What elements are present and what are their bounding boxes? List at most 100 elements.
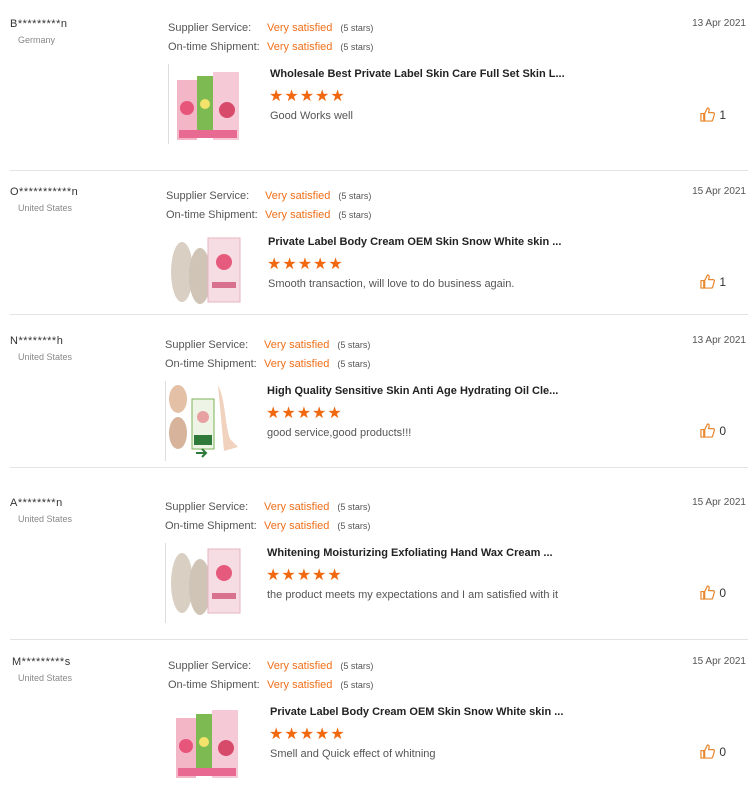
rating-label: On-time Shipment: xyxy=(168,679,260,691)
helpful-button[interactable]: 0 xyxy=(700,585,726,600)
helpful-count: 1 xyxy=(719,274,726,289)
buyer-name: M*********s xyxy=(12,656,71,668)
rating-stars: ★★★★★ xyxy=(266,567,343,584)
buyer-country: Germany xyxy=(18,35,56,45)
product-block: Private Label Body Cream OEM Skin Snow W… xyxy=(166,232,686,312)
review-comment: the product meets my expectations and I … xyxy=(267,589,559,601)
buyer-name: N********h xyxy=(10,335,64,347)
product-title[interactable]: Whitening Moisturizing Exfoliating Hand … xyxy=(267,547,567,559)
thumbs-up-icon xyxy=(700,585,716,600)
rating-label: On-time Shipment: xyxy=(166,209,258,221)
product-title[interactable]: Wholesale Best Private Label Skin Care F… xyxy=(270,68,570,80)
supplier-service-rating: Supplier Service: Very satisfied (5 stars) xyxy=(168,656,373,675)
rating-label: Supplier Service: xyxy=(165,501,249,513)
helpful-count: 0 xyxy=(719,423,726,438)
shipment-rating: On-time Shipment: Very satisfied (5 stars) xyxy=(165,516,370,535)
buyer-info: M*********s United States xyxy=(10,656,72,683)
rating-value: Very satisfied xyxy=(264,501,330,513)
rating-label: On-time Shipment: xyxy=(165,520,257,532)
product-block: Wholesale Best Private Label Skin Care F… xyxy=(168,64,688,144)
rating-value: Very satisfied xyxy=(264,358,330,370)
rating-stars-count: (5 stars) xyxy=(338,210,372,220)
thumbs-up-icon xyxy=(700,107,716,122)
review-date: 15 Apr 2021 xyxy=(692,656,746,667)
shipment-rating: On-time Shipment: Very satisfied (5 stars) xyxy=(166,205,371,224)
helpful-count: 0 xyxy=(719,585,726,600)
buyer-name: B*********n xyxy=(10,18,68,30)
supplier-service-rating: Supplier Service: Very satisfied (5 stars) xyxy=(166,186,371,205)
product-block: Private Label Body Cream OEM Skin Snow W… xyxy=(168,702,688,782)
review-date: 15 Apr 2021 xyxy=(692,186,746,197)
rating-stars-count: (5 stars) xyxy=(340,23,374,33)
rating-stars-count: (5 stars) xyxy=(337,502,371,512)
product-thumbnail[interactable] xyxy=(165,381,244,461)
product-title[interactable]: Private Label Body Cream OEM Skin Snow W… xyxy=(270,706,570,718)
thumbs-up-icon xyxy=(700,423,716,438)
rating-summary: Supplier Service: Very satisfied (5 stars)… xyxy=(168,18,373,56)
thumbs-up-icon xyxy=(700,744,716,759)
rating-stars-count: (5 stars) xyxy=(340,661,374,671)
rating-stars: ★★★★★ xyxy=(269,726,346,743)
rating-label: Supplier Service: xyxy=(168,22,252,34)
shipment-rating: On-time Shipment: Very satisfied (5 stars) xyxy=(165,354,370,373)
rating-stars-count: (5 stars) xyxy=(338,191,372,201)
helpful-button[interactable]: 1 xyxy=(700,274,726,289)
supplier-service-rating: Supplier Service: Very satisfied (5 stars) xyxy=(165,335,370,354)
rating-stars-count: (5 stars) xyxy=(337,521,371,531)
buyer-country: United States xyxy=(18,514,73,524)
helpful-button[interactable]: 1 xyxy=(700,107,726,122)
rating-stars-count: (5 stars) xyxy=(340,42,374,52)
rating-value: Very satisfied xyxy=(265,209,331,221)
buyer-name: O***********n xyxy=(10,186,79,198)
rating-label: Supplier Service: xyxy=(165,339,249,351)
rating-stars-count: (5 stars) xyxy=(337,340,371,350)
helpful-button[interactable]: 0 xyxy=(700,744,726,759)
buyer-info: N********h United States xyxy=(10,335,72,362)
rating-label: On-time Shipment: xyxy=(168,41,260,53)
product-title[interactable]: High Quality Sensitive Skin Anti Age Hyd… xyxy=(267,385,567,397)
review-comment: Smell and Quick effect of whitning xyxy=(270,748,436,760)
product-thumbnail[interactable] xyxy=(168,702,246,782)
rating-stars: ★★★★★ xyxy=(267,256,344,273)
review-item: M*********s United States Supplier Servi… xyxy=(10,656,748,786)
rating-summary: Supplier Service: Very satisfied (5 stars)… xyxy=(168,656,373,694)
rating-summary: Supplier Service: Very satisfied (5 stars)… xyxy=(165,497,370,535)
rating-value: Very satisfied xyxy=(267,679,333,691)
rating-stars: ★★★★★ xyxy=(269,88,346,105)
review-date: 13 Apr 2021 xyxy=(692,18,746,29)
thumbs-up-icon xyxy=(700,274,716,289)
buyer-info: A********n United States xyxy=(10,497,72,524)
rating-summary: Supplier Service: Very satisfied (5 stars)… xyxy=(165,335,370,373)
rating-label: Supplier Service: xyxy=(168,660,252,672)
buyer-info: O***********n United States xyxy=(10,186,78,213)
review-item: B*********n Germany Supplier Service: Ver… xyxy=(10,18,748,171)
helpful-button[interactable]: 0 xyxy=(700,423,726,438)
shipment-rating: On-time Shipment: Very satisfied (5 stars) xyxy=(168,675,373,694)
review-comment: Good Works well xyxy=(270,110,353,122)
rating-value: Very satisfied xyxy=(264,520,330,532)
rating-value: Very satisfied xyxy=(267,660,333,672)
rating-stars-count: (5 stars) xyxy=(340,680,374,690)
buyer-country: United States xyxy=(18,673,73,683)
supplier-service-rating: Supplier Service: Very satisfied (5 stars) xyxy=(165,497,370,516)
rating-value: Very satisfied xyxy=(264,339,330,351)
buyer-info: B*********n Germany xyxy=(10,18,67,45)
product-thumbnail[interactable] xyxy=(168,64,247,144)
rating-stars-count: (5 stars) xyxy=(337,359,371,369)
buyer-name: A********n xyxy=(10,497,63,509)
buyer-country: United States xyxy=(18,203,73,213)
product-thumbnail[interactable] xyxy=(165,543,244,623)
rating-label: Supplier Service: xyxy=(166,190,250,202)
rating-label: On-time Shipment: xyxy=(165,358,257,370)
rating-value: Very satisfied xyxy=(267,41,333,53)
product-title[interactable]: Private Label Body Cream OEM Skin Snow W… xyxy=(268,236,568,248)
rating-stars: ★★★★★ xyxy=(266,405,343,422)
product-block: High Quality Sensitive Skin Anti Age Hyd… xyxy=(165,381,685,461)
buyer-country: United States xyxy=(18,352,73,362)
review-item: N********h United States Supplier Servic… xyxy=(10,335,748,468)
review-item: A********n United States Supplier Servic… xyxy=(10,497,748,640)
review-item: O***********n United States Supplier Ser… xyxy=(10,186,748,315)
review-date: 15 Apr 2021 xyxy=(692,497,746,508)
helpful-count: 1 xyxy=(719,107,726,122)
product-thumbnail[interactable] xyxy=(166,232,244,312)
